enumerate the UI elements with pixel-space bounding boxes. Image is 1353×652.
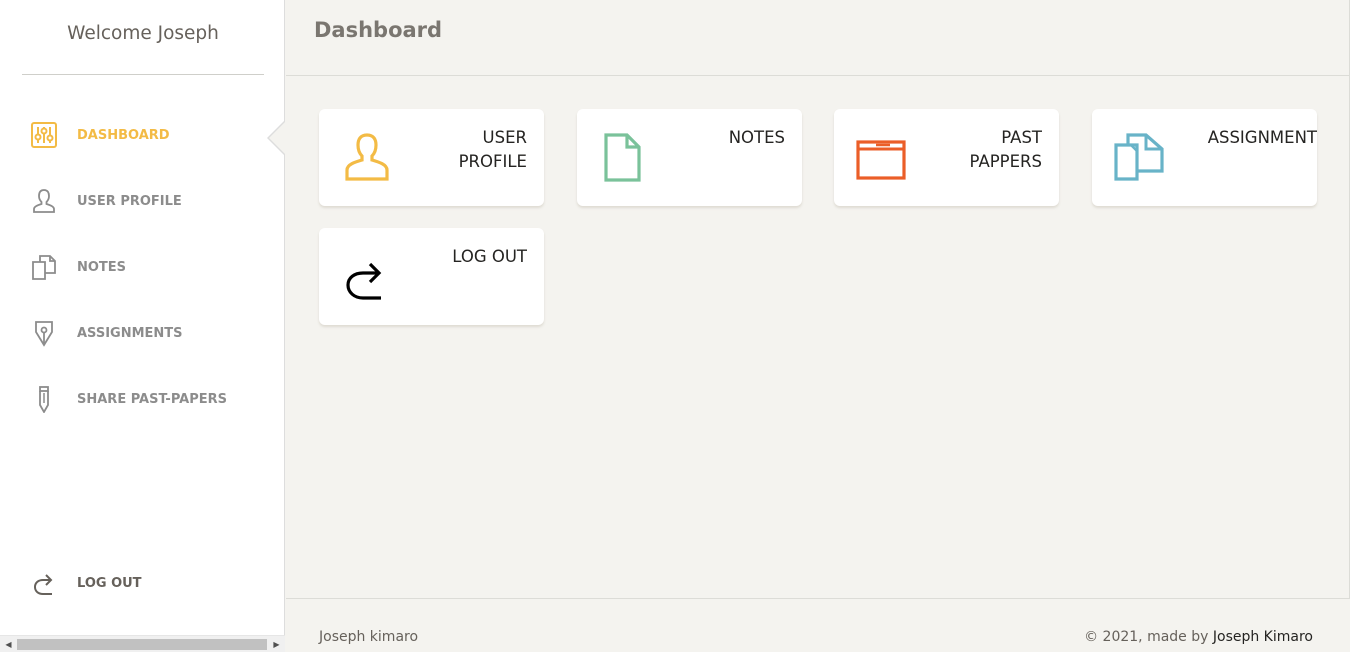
card-notes[interactable]: NOTES: [577, 109, 802, 206]
sidebar-item-assignments[interactable]: ASSIGNMENTS: [0, 313, 285, 353]
sidebar-item-label: DASHBOARD: [77, 127, 170, 143]
horizontal-scrollbar[interactable]: ◀ ▶: [0, 635, 285, 652]
pen-nib-icon: [30, 319, 58, 347]
user-icon: [30, 187, 58, 215]
documents-icon: [30, 253, 58, 281]
pencil-icon: [30, 385, 58, 413]
card-label-line1: NOTES: [728, 128, 785, 147]
sidebar-item-label: USER PROFILE: [77, 193, 182, 209]
footer-author-link[interactable]: Joseph kimaro: [319, 629, 418, 645]
sidebar-item-dashboard[interactable]: DASHBOARD: [0, 115, 286, 156]
card-past-papers[interactable]: PAST PAPPERS: [834, 109, 1059, 206]
copyright-author-link[interactable]: Joseph Kimaro: [1213, 629, 1313, 645]
card-label-line2: PROFILE: [458, 152, 527, 171]
folder-icon: [856, 133, 908, 185]
main-panel: Dashboard USER PROFILE NOTES PAST PAPPER…: [286, 0, 1350, 652]
card-label-line1: ASSIGNMENT: [1207, 128, 1317, 147]
sidebar-item-share-past-papers[interactable]: SHARE PAST-PAPERS: [0, 379, 285, 419]
user-icon: [341, 133, 393, 185]
sidebar-logout[interactable]: LOG OUT: [0, 563, 285, 603]
scroll-right-arrow-icon[interactable]: ▶: [268, 636, 285, 652]
card-label: ASSIGNMENT: [1157, 126, 1317, 150]
sliders-icon: [30, 121, 58, 149]
card-label: NOTES: [645, 126, 785, 150]
footer-copyright: © 2021, made by Joseph Kimaro: [1084, 629, 1313, 645]
active-caret-fill: [269, 121, 286, 155]
page-title: Dashboard: [314, 18, 443, 42]
card-assignment[interactable]: ASSIGNMENT: [1092, 109, 1317, 206]
card-log-out[interactable]: LOG OUT: [319, 228, 544, 325]
footer: Joseph kimaro © 2021, made by Joseph Kim…: [286, 598, 1350, 652]
card-label-line2: PAPPERS: [969, 152, 1042, 171]
card-label-line1: LOG OUT: [452, 247, 527, 266]
welcome-text: Welcome Joseph: [22, 0, 264, 75]
sidebar-item-label: NOTES: [77, 259, 127, 275]
card-label-line1: USER: [482, 128, 527, 147]
sidebar-item-user-profile[interactable]: USER PROFILE: [0, 181, 285, 221]
card-user-profile[interactable]: USER PROFILE: [319, 109, 544, 206]
redo-icon: [30, 569, 58, 597]
scroll-left-arrow-icon[interactable]: ◀: [0, 636, 17, 652]
sidebar: Welcome Joseph DASHBOARD USER PROFILE NO…: [0, 0, 286, 652]
copyright-text: © 2021, made by: [1084, 629, 1213, 645]
card-label-line1: PAST: [1001, 128, 1042, 147]
sidebar-item-notes[interactable]: NOTES: [0, 247, 285, 287]
card-label: PAST PAPPERS: [902, 126, 1042, 174]
scrollbar-thumb[interactable]: [17, 639, 267, 650]
card-label: LOG OUT: [387, 245, 527, 269]
sidebar-item-label: ASSIGNMENTS: [77, 325, 183, 341]
top-navbar: Dashboard: [286, 0, 1350, 76]
sidebar-item-label: SHARE PAST-PAPERS: [77, 391, 228, 407]
card-label: USER PROFILE: [387, 126, 527, 174]
sidebar-logout-label: LOG OUT: [77, 575, 142, 591]
